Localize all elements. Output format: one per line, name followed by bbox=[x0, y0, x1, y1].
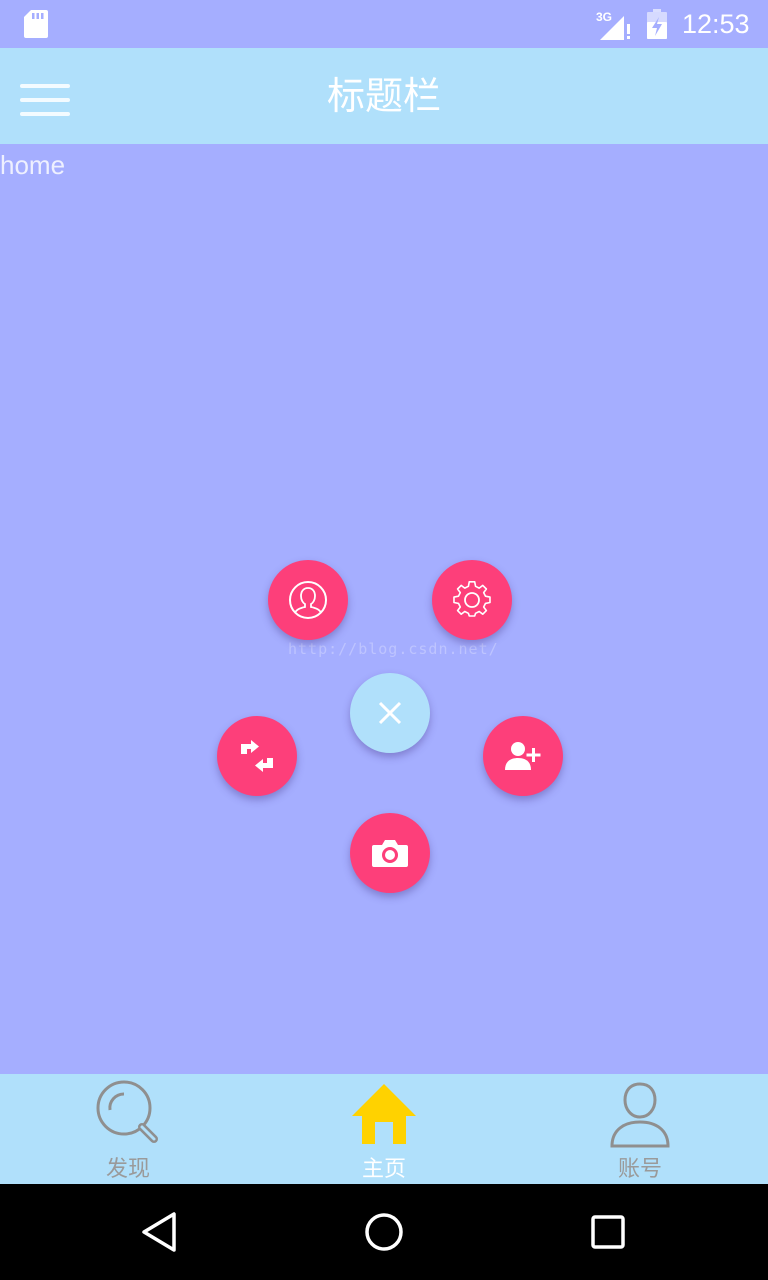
page-title: 标题栏 bbox=[326, 74, 441, 118]
system-home-button[interactable] bbox=[360, 1208, 408, 1256]
user-profile-icon bbox=[289, 581, 327, 619]
menu-line bbox=[20, 112, 70, 116]
home-icon bbox=[352, 1084, 416, 1144]
settings-button[interactable] bbox=[432, 560, 512, 640]
search-icon bbox=[96, 1080, 158, 1143]
back-button[interactable] bbox=[136, 1208, 184, 1256]
recents-icon bbox=[591, 1215, 625, 1249]
camera-icon bbox=[372, 840, 408, 867]
close-icon bbox=[378, 701, 402, 725]
recents-button[interactable] bbox=[584, 1208, 632, 1256]
nav-item-discover[interactable]: 发现 bbox=[0, 1074, 256, 1184]
close-menu-button[interactable] bbox=[350, 673, 430, 753]
app-screen: 3G 12:53 标题栏 home http://blog.csdn.net/ bbox=[0, 0, 768, 1280]
user-icon bbox=[610, 1082, 670, 1148]
nav-label-discover: 发现 bbox=[105, 1157, 150, 1182]
add-user-icon bbox=[505, 742, 541, 770]
swap-button[interactable] bbox=[217, 716, 297, 796]
home-circle-icon bbox=[365, 1213, 403, 1251]
settings-gear-icon bbox=[453, 580, 491, 617]
bottom-navigation: 发现 主页 账号 bbox=[0, 1074, 768, 1184]
camera-button[interactable] bbox=[350, 813, 430, 893]
signal-3g-icon: 3G bbox=[596, 10, 630, 40]
nav-item-home[interactable]: 主页 bbox=[256, 1074, 512, 1184]
sd-card-icon bbox=[24, 10, 48, 38]
system-navigation-bar bbox=[0, 1184, 768, 1280]
nav-label-home: 主页 bbox=[361, 1157, 406, 1182]
user-profile-button[interactable] bbox=[268, 560, 348, 640]
watermark-text: http://blog.csdn.net/ bbox=[288, 640, 499, 658]
add-user-button[interactable] bbox=[483, 716, 563, 796]
menu-line bbox=[20, 84, 70, 88]
nav-item-account[interactable]: 账号 bbox=[512, 1074, 768, 1184]
status-bar: 3G 12:53 bbox=[0, 0, 768, 48]
content-label: home bbox=[0, 150, 66, 180]
nav-label-account: 账号 bbox=[617, 1157, 662, 1182]
back-icon bbox=[142, 1212, 176, 1252]
swap-arrows-icon bbox=[241, 740, 273, 772]
title-bar: 标题栏 bbox=[0, 48, 768, 144]
battery-icon bbox=[647, 9, 667, 39]
hamburger-menu-icon[interactable] bbox=[14, 76, 76, 124]
network-type-label: 3G bbox=[596, 10, 612, 24]
menu-line bbox=[20, 98, 70, 102]
status-clock: 12:53 bbox=[682, 9, 750, 39]
